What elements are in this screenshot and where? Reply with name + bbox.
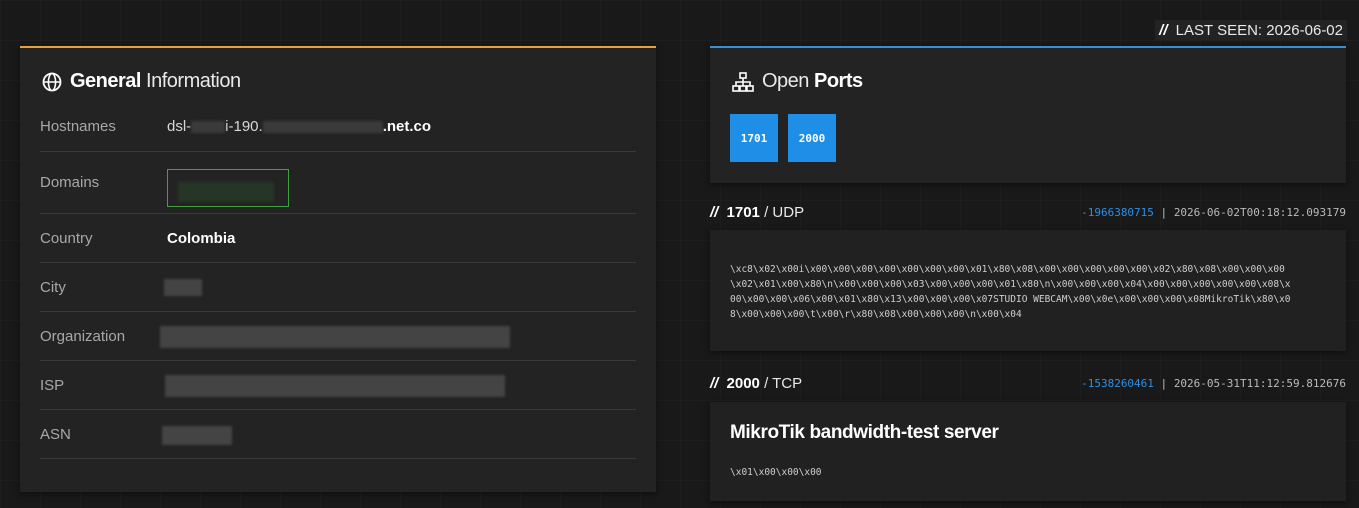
asn-label: ASN — [40, 426, 71, 443]
hostname-suffix: .net.co — [382, 118, 432, 135]
domains-label: Domains — [40, 174, 100, 191]
service-hash-link[interactable]: -1966380715 — [1081, 206, 1154, 219]
country-row: Country Colombia — [40, 230, 636, 263]
country-label: Country — [40, 230, 93, 247]
service-banner-1701: \xc8\x02\x00i\x00\x00\x00\x00\x00\x00\x0… — [710, 230, 1346, 351]
title-light: Open — [762, 70, 809, 92]
port-button-1701[interactable]: 1701 — [730, 114, 778, 162]
domains-row: Domains — [40, 169, 636, 214]
last-seen: // LAST SEEN: 2026-06-02 — [1155, 20, 1347, 41]
title-bold: General — [70, 70, 141, 92]
title-bold: Ports — [814, 70, 863, 92]
globe-icon — [42, 72, 62, 91]
service-header-1701: // 1701 / UDP -1966380715 | 2026-06-02T0… — [710, 204, 1346, 221]
redacted-block — [191, 121, 226, 134]
country-value[interactable]: Colombia — [167, 230, 235, 247]
organization-row: Organization — [40, 326, 636, 361]
title-light: Information — [146, 70, 241, 92]
port-button-2000[interactable]: 2000 — [788, 114, 836, 162]
city-row: City — [40, 279, 636, 312]
isp-row: ISP — [40, 375, 636, 410]
hostname-mid: i-190. — [225, 118, 263, 135]
banner-line: 00\x00\x00\x06\x00\x01\x80\x13\x00\x00\x… — [730, 294, 1291, 305]
slash-marker: // — [710, 375, 719, 392]
service-meta: -1538260461 | 2026-05-31T11:12:59.812676 — [1081, 377, 1346, 390]
service-protocol: TCP — [772, 375, 803, 392]
service-port: 1701 — [726, 204, 760, 221]
last-seen-label: LAST SEEN: 2026-06-02 — [1175, 22, 1343, 39]
banner-text: \x01\x00\x00\x00 — [730, 467, 822, 478]
hostnames-value[interactable]: dsl-i-190. .net.co — [167, 118, 431, 135]
service-header-2000: // 2000 / TCP -1538260461 | 2026-05-31T1… — [710, 375, 1346, 392]
redacted-block — [160, 326, 510, 348]
open-ports-card: Open Ports 1701 2000 — [710, 46, 1346, 183]
isp-label: ISP — [40, 377, 65, 394]
hostnames-label: Hostnames — [40, 118, 116, 135]
banner-line: \xc8\x02\x00i\x00\x00\x00\x00\x00\x00\x0… — [730, 264, 1285, 275]
hostnames-row: Hostnames dsl-i-190. .net.co — [40, 118, 636, 152]
redacted-block — [178, 182, 274, 202]
service-port: 2000 — [726, 375, 760, 392]
asn-row: ASN — [40, 426, 636, 459]
service-hash-link[interactable]: -1538260461 — [1081, 377, 1154, 390]
slash-marker: // — [710, 204, 719, 221]
banner-line: 8\x00\x00\x00\t\x00\r\x80\x08\x00\x00\x0… — [730, 309, 1022, 320]
general-information-card: General Information Hostnames dsl-i-190.… — [20, 46, 656, 492]
city-label: City — [40, 279, 66, 296]
service-product: MikroTik bandwidth-test server — [730, 422, 999, 443]
service-timestamp: 2026-06-02T00:18:12.093179 — [1173, 206, 1346, 219]
general-information-title: General Information — [42, 70, 241, 93]
service-protocol: UDP — [772, 204, 805, 221]
redacted-block — [162, 426, 232, 445]
redacted-block — [165, 375, 505, 397]
service-timestamp: 2026-05-31T11:12:59.812676 — [1173, 377, 1346, 390]
hostname-prefix: dsl- — [167, 118, 192, 135]
redacted-block — [262, 121, 383, 134]
open-ports-title: Open Ports — [732, 70, 863, 93]
redacted-block — [164, 279, 202, 296]
organization-label: Organization — [40, 328, 126, 345]
slash-marker: // — [1159, 22, 1168, 39]
domain-tag[interactable] — [167, 169, 289, 207]
banner-line: \x02\x01\x00\x80\n\x00\x00\x00\x03\x00\x… — [730, 279, 1291, 290]
service-meta: -1966380715 | 2026-06-02T00:18:12.093179 — [1081, 206, 1346, 219]
banner-text: \xc8\x02\x00i\x00\x00\x00\x00\x00\x00\x0… — [730, 262, 1326, 322]
service-banner-2000: MikroTik bandwidth-test server \x01\x00\… — [710, 402, 1346, 501]
sitemap-icon — [732, 71, 754, 92]
